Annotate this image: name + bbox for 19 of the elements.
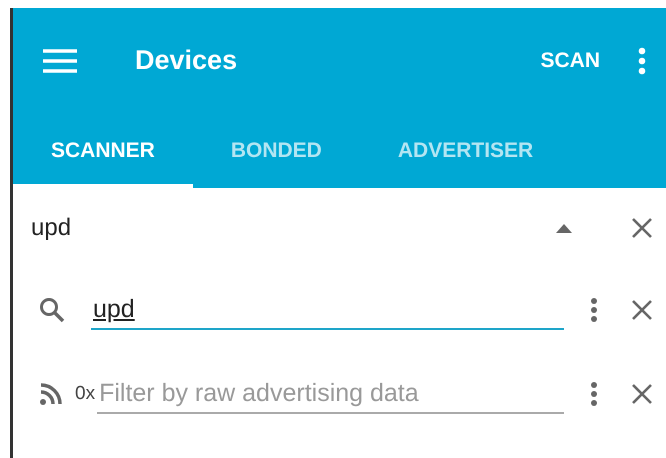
caret-icon[interactable]	[556, 224, 572, 232]
menu-icon[interactable]	[43, 48, 77, 72]
close-icon[interactable]	[630, 216, 654, 240]
filter-field[interactable]: upd	[91, 290, 564, 330]
more-icon[interactable]	[590, 297, 598, 323]
close-icon[interactable]	[630, 382, 654, 406]
filter-summary: upd	[31, 214, 72, 242]
tab[interactable]: ADVERTISER	[360, 113, 572, 188]
more-icon[interactable]	[638, 46, 646, 74]
hex-prefix: 0x	[75, 383, 96, 405]
search-icon	[39, 297, 65, 323]
tab[interactable]: SCANNER	[13, 113, 193, 188]
rss-icon	[39, 382, 63, 406]
tab[interactable]: BONDED	[192, 113, 360, 188]
close-icon[interactable]	[630, 298, 654, 322]
app-title: Devices	[135, 45, 238, 76]
scan-button[interactable]: SCAN	[540, 48, 600, 72]
more-icon[interactable]	[590, 381, 598, 407]
filter-field[interactable]: Filter by raw advertising data	[97, 374, 564, 414]
